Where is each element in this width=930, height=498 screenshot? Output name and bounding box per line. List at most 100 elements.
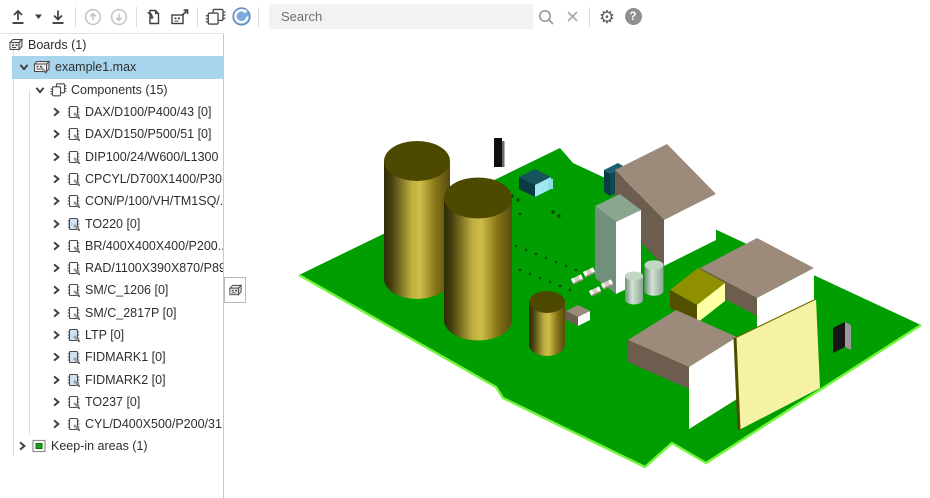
board-external-icon — [169, 7, 191, 27]
tree-item-board-example1[interactable]: example1.max — [12, 56, 223, 78]
search-box[interactable] — [269, 4, 533, 29]
tree-item-component[interactable]: SM/C_2817P [0] — [0, 302, 223, 324]
tree-item-label: RAD/1100X390X870/P89... — [85, 261, 223, 275]
components-button[interactable] — [202, 4, 228, 30]
search-button[interactable] — [533, 4, 559, 30]
black-pin[interactable] — [494, 138, 505, 167]
capacitor-cylinder-large-1[interactable] — [384, 141, 450, 299]
tree-item-component[interactable]: CPCYL/D700X1400/P30... — [0, 168, 223, 190]
close-icon — [565, 9, 580, 24]
component-chip-icon — [65, 282, 81, 298]
chevron-down-icon[interactable] — [34, 84, 46, 96]
chevron-right-icon[interactable] — [50, 128, 62, 140]
upload-menu-button[interactable] — [31, 4, 45, 30]
components-stack-icon — [204, 7, 226, 27]
component-chip-icon — [65, 216, 81, 232]
circle-down-icon — [109, 7, 129, 27]
chevron-right-icon[interactable] — [50, 262, 62, 274]
chevron-right-icon[interactable] — [50, 195, 62, 207]
toolbar-separator — [589, 7, 590, 27]
copy-page-icon — [144, 7, 164, 27]
component-chip-icon — [65, 372, 81, 388]
chevron-right-icon[interactable] — [50, 106, 62, 118]
chevron-right-icon[interactable] — [50, 418, 62, 430]
chevron-right-icon[interactable] — [50, 240, 62, 252]
component-chip-icon — [65, 349, 81, 365]
chevron-down-icon[interactable] — [18, 61, 30, 73]
tree-item-component[interactable]: LTP [0] — [0, 324, 223, 346]
settings-button[interactable]: ⚙ — [594, 4, 620, 30]
chevron-right-icon[interactable] — [50, 284, 62, 296]
component-chip-icon — [65, 416, 81, 432]
search-icon — [536, 7, 556, 27]
tree-item-component[interactable]: CYL/D400X500/P200/31 ... — [0, 413, 223, 435]
component-chip-icon — [65, 149, 81, 165]
black-box-small[interactable] — [833, 322, 851, 353]
chevron-right-icon[interactable] — [50, 396, 62, 408]
tree-item-label: CON/P/100/VH/TM1SQ/... — [85, 194, 223, 208]
tree-item-component[interactable]: CON/P/100/VH/TM1SQ/... — [0, 190, 223, 212]
tree-item-component[interactable]: DAX/D150/P500/51 [0] — [0, 123, 223, 145]
tree-item-components[interactable]: Components (15) — [0, 79, 223, 101]
chevron-right-icon[interactable] — [16, 440, 28, 452]
search-input[interactable] — [279, 8, 523, 25]
component-chip-icon — [65, 327, 81, 343]
tree-item-component[interactable]: SM/C_1206 [0] — [0, 279, 223, 301]
tree-item-component[interactable]: FIDMARK1 [0] — [0, 346, 223, 368]
tree-item-label: CPCYL/D700X1400/P30... — [85, 172, 223, 186]
component-chip-icon — [65, 126, 81, 142]
chevron-right-icon[interactable] — [50, 351, 62, 363]
chevron-right-icon[interactable] — [50, 151, 62, 163]
tree-item-component[interactable]: RAD/1100X390X870/P89... — [0, 257, 223, 279]
help-button[interactable]: ? — [620, 4, 646, 30]
move-up-button[interactable] — [80, 4, 106, 30]
board-icon — [33, 59, 51, 75]
tree-item-component[interactable]: TO220 [0] — [0, 212, 223, 234]
move-down-button[interactable] — [106, 4, 132, 30]
tree-item-label: FIDMARK2 [0] — [85, 373, 166, 387]
tree-item-component[interactable]: BR/400X400X400/P200... — [0, 235, 223, 257]
tree-item-boards[interactable]: Boards (1) — [0, 34, 223, 56]
tree-item-keepin-areas[interactable]: Keep-in areas (1) — [0, 435, 223, 457]
chevron-right-icon[interactable] — [50, 307, 62, 319]
component-chip-icon — [65, 305, 81, 321]
chevron-right-icon[interactable] — [50, 173, 62, 185]
tree-item-label: Boards (1) — [28, 38, 86, 52]
capacitor-cylinder-small[interactable] — [529, 291, 565, 356]
refresh-icon — [231, 6, 252, 27]
gear-icon: ⚙ — [599, 8, 615, 26]
component-chip-icon — [65, 104, 81, 120]
help-icon: ? — [625, 8, 642, 25]
tree-item-component[interactable]: DAX/D100/P400/43 [0] — [0, 101, 223, 123]
chevron-right-icon[interactable] — [50, 329, 62, 341]
boards-panel-tab[interactable] — [224, 277, 246, 303]
tree-item-label: Components (15) — [71, 83, 168, 97]
tree-item-label: TO220 [0] — [85, 217, 140, 231]
components-stack-icon — [49, 82, 67, 98]
tree-item-label: TO237 [0] — [85, 395, 140, 409]
tree-item-label: example1.max — [55, 60, 136, 74]
component-chip-icon — [65, 238, 81, 254]
chevron-right-icon[interactable] — [50, 218, 62, 230]
download-button[interactable] — [45, 4, 71, 30]
toolbar-separator — [136, 7, 137, 27]
boards-tree-panel: Boards (1) example1.max Components (15) … — [0, 33, 224, 498]
tree-item-component[interactable]: TO237 [0] — [0, 391, 223, 413]
tree-item-label: Keep-in areas (1) — [51, 439, 148, 453]
chevron-right-icon[interactable] — [50, 374, 62, 386]
tree-item-label: SM/C_1206 [0] — [85, 283, 168, 297]
copy-button[interactable] — [141, 4, 167, 30]
toolbar-separator — [75, 7, 76, 27]
refresh-button[interactable] — [228, 4, 254, 30]
capacitor-cylinder-large-2[interactable] — [444, 178, 512, 341]
clear-search-button[interactable] — [559, 4, 585, 30]
upload-icon — [8, 7, 28, 27]
component-chip-icon — [65, 260, 81, 276]
open-board-button[interactable] — [167, 4, 193, 30]
tree-item-component[interactable]: FIDMARK2 [0] — [0, 368, 223, 390]
keepin-area-icon — [31, 438, 47, 454]
tree-item-component[interactable]: DIP100/24/W600/L1300 ... — [0, 145, 223, 167]
upload-button[interactable] — [5, 4, 31, 30]
tree-item-label: BR/400X400X400/P200... — [85, 239, 223, 253]
download-icon — [48, 7, 68, 27]
